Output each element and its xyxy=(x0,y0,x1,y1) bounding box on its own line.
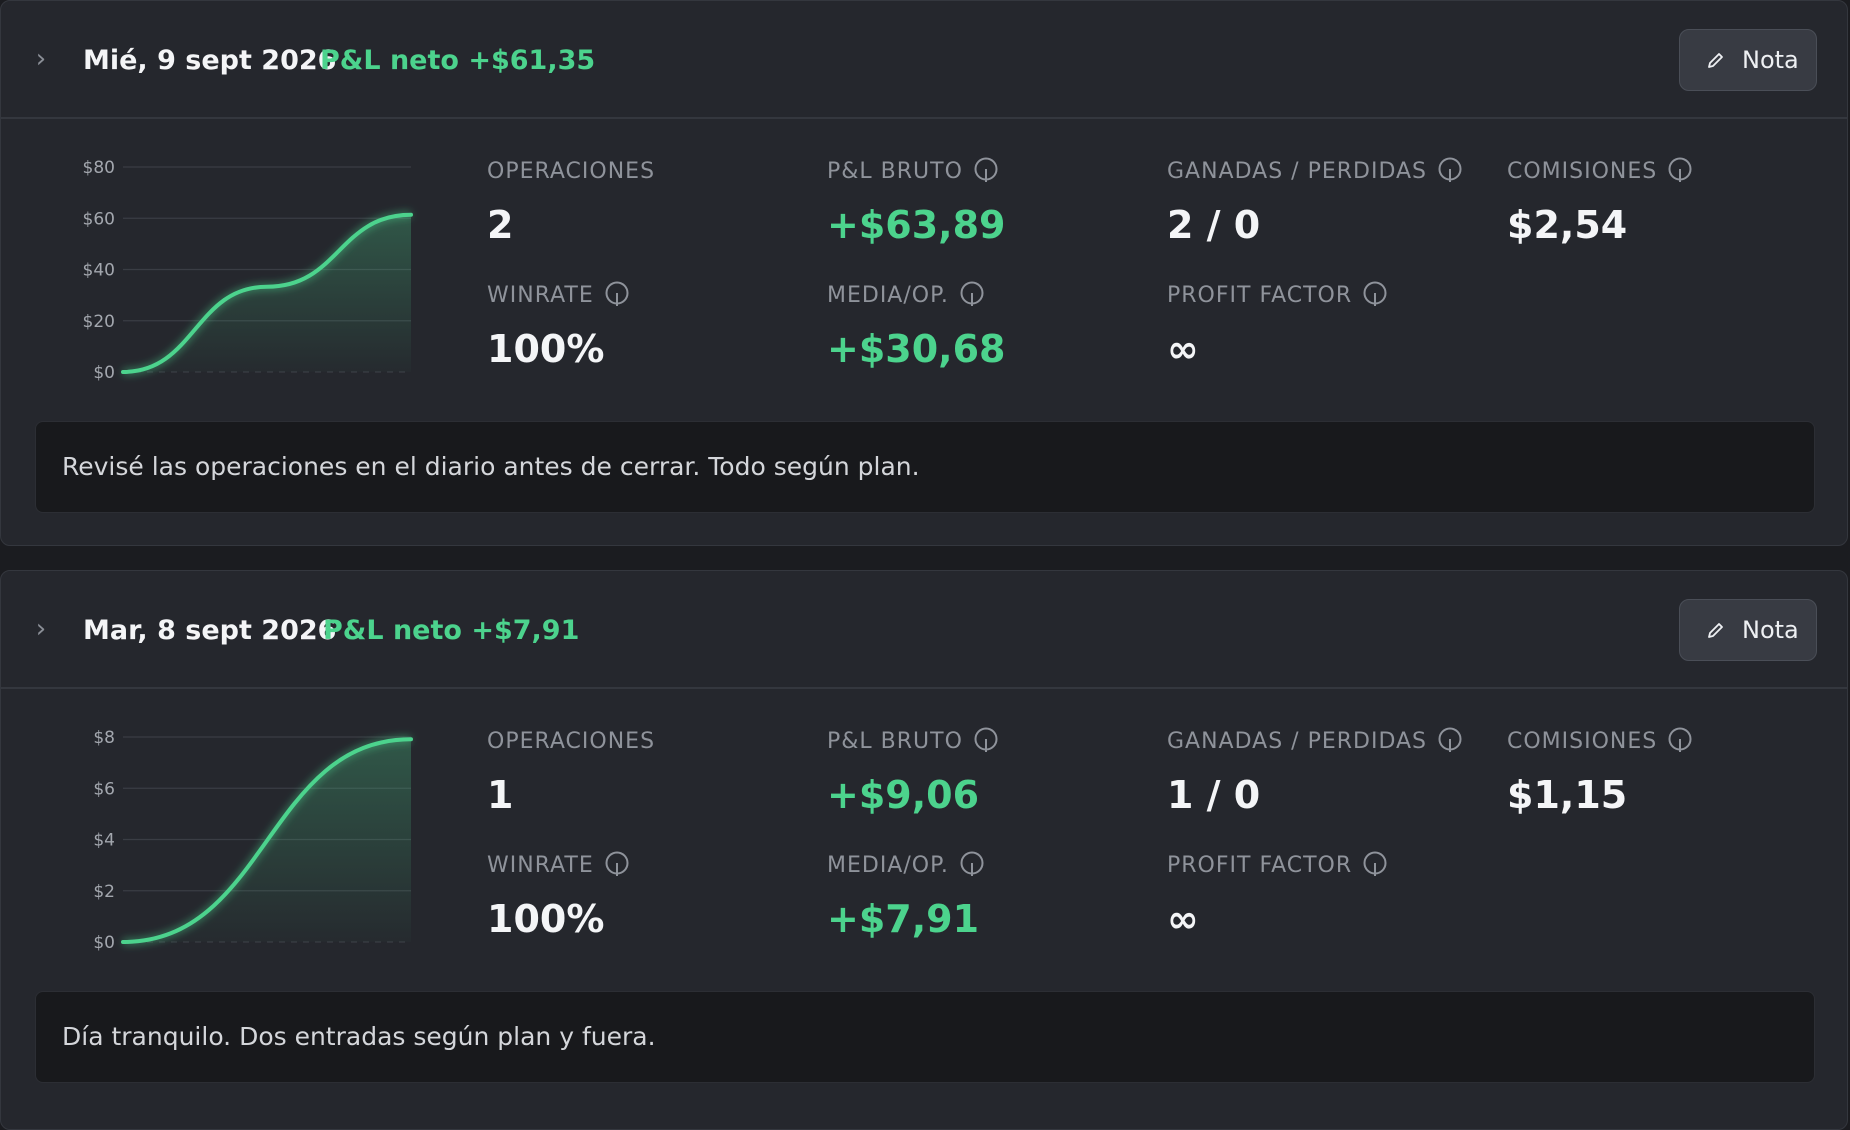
metric-value-ganadas-perdidas: 1 / 0 xyxy=(1167,773,1261,817)
day-card-header[interactable]: › Mié, 9 sept 2026 P&L neto +$61,35 Nota xyxy=(1,1,1847,119)
metric-label-profit-factor: PROFIT FACTOR xyxy=(1167,851,1388,881)
info-icon[interactable] xyxy=(1667,727,1693,753)
day-note[interactable]: Día tranquilo. Dos entradas según plan y… xyxy=(35,991,1815,1083)
info-icon[interactable] xyxy=(959,281,985,307)
pnl-net-value: +$7,91 xyxy=(471,615,580,646)
pencil-icon xyxy=(1708,53,1723,68)
metric-label-ganadas-perdidas: GANADAS / PERDIDAS xyxy=(1167,727,1463,757)
metric-value-ganadas-perdidas: 2 / 0 xyxy=(1167,203,1261,247)
pnl-net-label: P&L neto xyxy=(323,615,462,646)
note-button[interactable]: Nota xyxy=(1679,599,1817,661)
metric-value-media-op: +$30,68 xyxy=(827,327,1006,371)
metric-value-winrate: 100% xyxy=(487,897,605,941)
note-button-label: Nota xyxy=(1742,46,1799,74)
metric-label-operaciones: OPERACIONES xyxy=(487,729,656,754)
y-tick-label: $80 xyxy=(83,158,115,178)
day-note-text: Día tranquilo. Dos entradas según plan y… xyxy=(62,1022,656,1051)
pnl-area-fill xyxy=(123,214,411,372)
pnl-net-summary: P&L neto +$7,91 xyxy=(323,611,579,651)
note-button-label: Nota xyxy=(1742,616,1799,644)
info-icon[interactable] xyxy=(604,851,630,877)
pencil-icon xyxy=(1708,623,1723,638)
chevron-right-icon[interactable]: › xyxy=(31,45,51,73)
note-button[interactable]: Nota xyxy=(1679,29,1817,91)
pnl-net-value: +$61,35 xyxy=(468,45,596,76)
y-tick-label: $40 xyxy=(83,261,115,281)
metric-label-operaciones: OPERACIONES xyxy=(487,159,656,184)
y-tick-label: $4 xyxy=(93,831,115,851)
metric-value-winrate: 100% xyxy=(487,327,605,371)
day-date: Mié, 9 sept 2026 xyxy=(83,45,337,76)
chevron-right-icon[interactable]: › xyxy=(31,615,51,643)
y-tick-label: $2 xyxy=(93,882,115,902)
metric-value-profit-factor: ∞ xyxy=(1167,897,1199,941)
info-icon[interactable] xyxy=(1667,157,1693,183)
info-icon[interactable] xyxy=(959,851,985,877)
metric-label-media-op: MEDIA/OP. xyxy=(827,281,985,311)
info-icon[interactable] xyxy=(973,727,999,753)
y-tick-label: $6 xyxy=(93,779,115,799)
metric-value-pnl-bruto: +$9,06 xyxy=(827,773,980,817)
metric-value-operaciones: 2 xyxy=(487,203,514,247)
pnl-net-summary: P&L neto +$61,35 xyxy=(320,41,595,81)
metric-value-media-op: +$7,91 xyxy=(827,897,980,941)
y-tick-label: $60 xyxy=(83,209,115,229)
day-note[interactable]: Revisé las operaciones en el diario ante… xyxy=(35,421,1815,513)
info-icon[interactable] xyxy=(1437,157,1463,183)
day-date: Mar, 8 sept 2026 xyxy=(83,615,337,646)
metric-value-profit-factor: ∞ xyxy=(1167,327,1199,371)
info-icon[interactable] xyxy=(1437,727,1463,753)
day-card: › Mar, 8 sept 2026 P&L neto +$7,91 Nota … xyxy=(0,570,1848,1130)
y-tick-label: $0 xyxy=(93,363,115,383)
metric-label-pnl-bruto: P&L BRUTO xyxy=(827,157,999,187)
day-card-header[interactable]: › Mar, 8 sept 2026 P&L neto +$7,91 Nota xyxy=(1,571,1847,689)
metric-value-comisiones: $1,15 xyxy=(1507,773,1628,817)
y-tick-label: $8 xyxy=(93,728,115,748)
metric-label-media-op: MEDIA/OP. xyxy=(827,851,985,881)
day-note-text: Revisé las operaciones en el diario ante… xyxy=(62,452,920,481)
info-icon[interactable] xyxy=(1362,281,1388,307)
pnl-curve-chart: $8 $6 $4 $2 $0 xyxy=(93,728,413,953)
metric-value-operaciones: 1 xyxy=(487,773,514,817)
metric-label-profit-factor: PROFIT FACTOR xyxy=(1167,281,1388,311)
metric-label-winrate: WINRATE xyxy=(487,281,630,311)
metric-value-comisiones: $2,54 xyxy=(1507,203,1628,247)
y-tick-label: $20 xyxy=(83,312,115,332)
info-icon[interactable] xyxy=(1362,851,1388,877)
metric-label-comisiones: COMISIONES xyxy=(1507,727,1693,757)
metric-label-winrate: WINRATE xyxy=(487,851,630,881)
metric-label-pnl-bruto: P&L BRUTO xyxy=(827,727,999,757)
day-card: › Mié, 9 sept 2026 P&L neto +$61,35 Nota… xyxy=(0,0,1848,546)
metric-label-ganadas-perdidas: GANADAS / PERDIDAS xyxy=(1167,157,1463,187)
pnl-curve-chart: $80 $60 $40 $20 $0 xyxy=(83,158,413,383)
metric-label-comisiones: COMISIONES xyxy=(1507,157,1693,187)
info-icon[interactable] xyxy=(973,157,999,183)
info-icon[interactable] xyxy=(604,281,630,307)
pnl-net-label: P&L neto xyxy=(320,45,459,76)
y-tick-label: $0 xyxy=(93,933,115,953)
metric-value-pnl-bruto: +$63,89 xyxy=(827,203,1006,247)
